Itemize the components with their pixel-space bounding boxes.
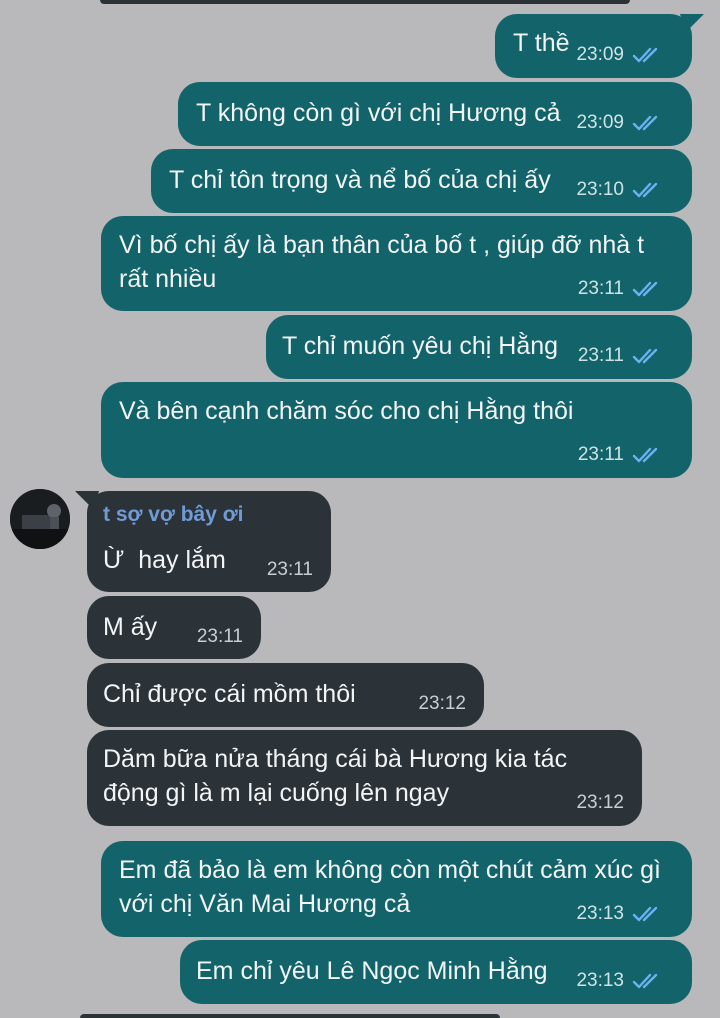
message-time: 23:09 xyxy=(576,44,624,65)
message-meta: 23:11 xyxy=(197,626,243,648)
outgoing-message[interactable]: T chỉ tôn trọng và nể bố của chị ấy 23:1… xyxy=(151,149,692,213)
incoming-message[interactable]: M ấy 23:11 xyxy=(87,596,261,659)
message-time: 23:11 xyxy=(577,444,624,465)
sender-name[interactable]: t sợ vợ bây ơi xyxy=(103,503,244,527)
double-check-icon xyxy=(632,348,658,364)
double-check-icon xyxy=(632,47,658,63)
message-meta: 23:11 xyxy=(578,278,664,300)
incoming-message[interactable]: t sợ vợ bây ơi Ừ hay lắm 23:11 xyxy=(75,491,331,592)
outgoing-message[interactable]: T thề 23:09 xyxy=(495,14,704,78)
message-text: Em chỉ yêu Lê Ngọc Minh Hằng xyxy=(196,957,548,985)
message-time: 23:12 xyxy=(576,792,624,813)
message-text: T không còn gì với chị Hương cả xyxy=(196,99,561,127)
outgoing-message[interactable]: T chỉ muốn yêu chị Hằng 23:11 xyxy=(266,315,692,379)
message-time: 23:11 xyxy=(266,559,313,580)
message-text: M ấy xyxy=(103,613,158,641)
double-check-icon xyxy=(632,115,658,131)
message-text: Chỉ được cái mồm thôi xyxy=(103,680,356,708)
double-check-icon xyxy=(632,281,658,297)
message-text: T chỉ tôn trọng và nể bố của chị ấy xyxy=(169,166,551,194)
contact-avatar[interactable] xyxy=(10,489,70,549)
message-meta: 23:11 xyxy=(267,559,313,581)
message-text: T thề xyxy=(513,29,570,57)
message-meta: 23:09 xyxy=(576,112,664,134)
double-check-icon xyxy=(632,447,658,463)
message-time: 23:09 xyxy=(576,112,624,133)
message-meta: 23:12 xyxy=(576,792,624,814)
outgoing-message[interactable]: Và bên cạnh chăm sóc cho chị Hằng thôi 2… xyxy=(101,382,692,478)
double-check-icon xyxy=(632,182,658,198)
message-time: 23:12 xyxy=(418,693,466,714)
message-time: 23:13 xyxy=(576,903,624,924)
avatar-image xyxy=(10,489,70,549)
previous-message-edge xyxy=(100,0,630,4)
message-time: 23:11 xyxy=(577,345,624,366)
bubble-tail xyxy=(75,491,99,509)
message-time: 23:10 xyxy=(576,179,624,200)
outgoing-message[interactable]: Em đã bảo là em không còn một chút cảm x… xyxy=(101,841,692,937)
message-text: Dăm bữa nửa tháng cái bà Hương kia tác đ… xyxy=(103,745,575,807)
outgoing-message[interactable]: T không còn gì với chị Hương cả 23:09 xyxy=(178,82,692,146)
incoming-message[interactable]: Chỉ được cái mồm thôi 23:12 xyxy=(87,663,484,727)
message-text: T chỉ muốn yêu chị Hằng xyxy=(282,332,559,360)
bubble-tail xyxy=(680,14,704,32)
message-time: 23:13 xyxy=(576,970,624,991)
message-meta: 23:12 xyxy=(418,693,466,715)
message-meta: 23:09 xyxy=(576,44,664,66)
message-meta: 23:11 xyxy=(578,345,664,367)
message-time: 23:11 xyxy=(577,278,624,299)
incoming-message[interactable]: Dăm bữa nửa tháng cái bà Hương kia tác đ… xyxy=(87,730,642,826)
message-time: 23:11 xyxy=(196,626,243,647)
message-text: Ừ hay lắm xyxy=(103,546,226,574)
message-meta: 23:13 xyxy=(576,903,664,925)
double-check-icon xyxy=(632,906,658,922)
outgoing-message[interactable]: Vì bố chị ấy là bạn thân của bố t , giúp… xyxy=(101,216,692,311)
message-meta: 23:13 xyxy=(576,970,664,992)
message-text: Và bên cạnh chăm sóc cho chị Hằng thôi xyxy=(119,397,574,425)
message-meta: 23:10 xyxy=(576,179,664,201)
message-meta: 23:11 xyxy=(578,444,664,466)
next-message-edge xyxy=(80,1014,500,1018)
outgoing-message[interactable]: Em chỉ yêu Lê Ngọc Minh Hằng 23:13 xyxy=(180,940,692,1004)
double-check-icon xyxy=(632,973,658,989)
